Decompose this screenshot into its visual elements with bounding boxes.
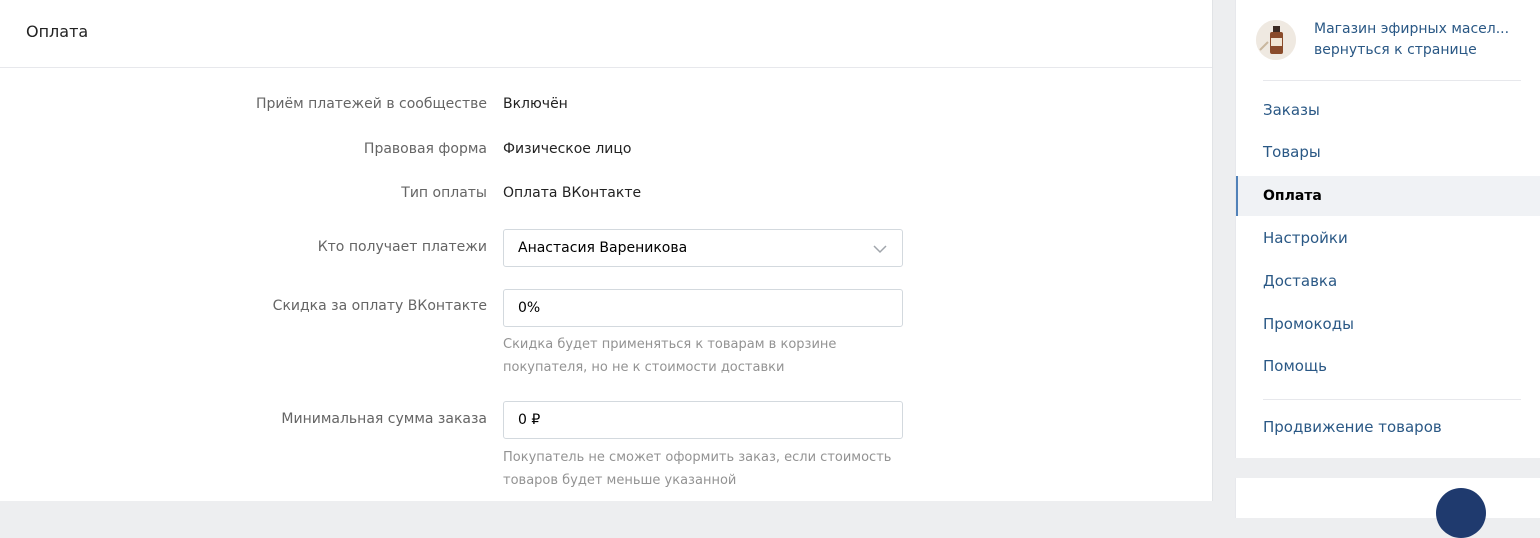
discount-input[interactable]: 0% [503,289,903,327]
menu-item-payment[interactable]: Оплата [1236,176,1540,216]
min-order-value: 0 ₽ [518,412,541,428]
min-order-label: Минимальная сумма заказа [281,411,487,427]
min-order-hint: Покупатель не сможет оформить заказ, есл… [503,450,892,488]
menu-item-product-promotion[interactable]: Продвижение товаров [1236,407,1540,447]
legal-form-label: Правовая форма [363,141,487,157]
menu-label: Промокоды [1263,315,1354,333]
menu-label: Настройки [1263,229,1348,247]
menu-label: Заказы [1263,101,1320,119]
shop-sidebar: Магазин эфирных масел... вернуться к стр… [1235,0,1540,458]
payments-enabled-label: Приём платежей в сообществе [255,96,487,112]
shop-avatar[interactable] [1256,20,1296,60]
payment-settings-panel: Оплата Приём платежей в сообществе Включ… [0,0,1213,501]
promo-image [1436,488,1486,538]
payment-type-label: Тип оплаты [401,185,487,201]
panel-header [0,0,1212,68]
menu-label: Продвижение товаров [1263,418,1442,436]
recipient-select[interactable]: Анастасия Вареникова [503,229,903,267]
menu-label: Оплата [1263,188,1322,204]
page-title: Оплата [26,22,89,41]
menu-divider [1263,399,1521,400]
discount-value: 0% [518,300,541,316]
legal-form-value: Физическое лицо [503,141,632,157]
menu-item-orders[interactable]: Заказы [1236,90,1540,130]
back-to-page-link[interactable]: вернуться к странице [1314,42,1477,58]
payment-type-value: Оплата ВКонтакте [503,185,642,201]
oil-bottle-icon [1256,20,1296,60]
menu-label: Доставка [1263,272,1338,290]
menu-item-help[interactable]: Помощь [1236,346,1540,386]
menu-label: Помощь [1263,357,1327,375]
shop-name-link[interactable]: Магазин эфирных масел... [1314,21,1509,37]
menu-divider [1263,80,1521,81]
min-order-input[interactable]: 0 ₽ [503,401,903,439]
recipient-label: Кто получает платежи [317,239,487,255]
menu-item-products[interactable]: Товары [1236,132,1540,172]
menu-item-delivery[interactable]: Доставка [1236,261,1540,301]
recipient-selected-value: Анастасия Вареникова [518,240,688,256]
chevron-down-icon [873,245,887,254]
menu-item-promocodes[interactable]: Промокоды [1236,304,1540,344]
secondary-sidebar-card [1235,478,1540,538]
menu-item-settings[interactable]: Настройки [1236,218,1540,258]
payments-enabled-value: Включён [503,96,568,112]
discount-label: Скидка за оплату ВКонтакте [272,298,487,314]
discount-hint: Скидка будет применяться к товарам в кор… [503,337,837,375]
menu-label: Товары [1263,143,1321,161]
